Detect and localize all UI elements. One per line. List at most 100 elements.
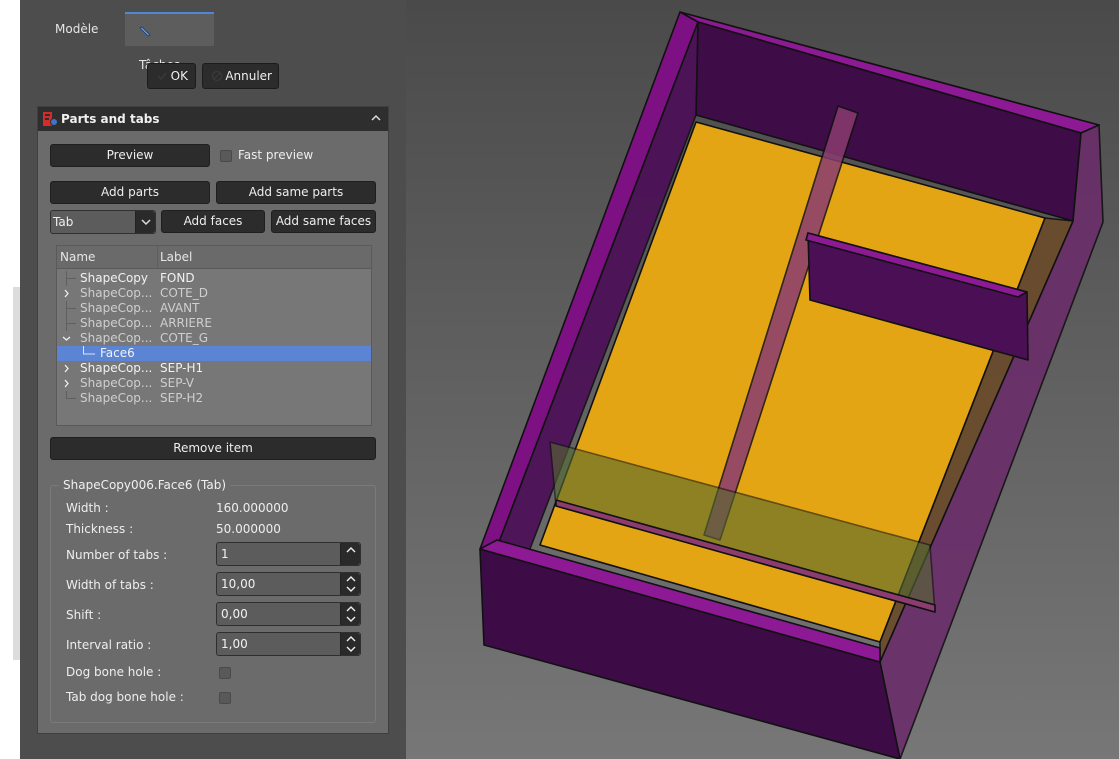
tree-row[interactable]: ShapeCop... ARRIERE xyxy=(57,316,371,331)
tab-properties-box: ShapeCopy006.Face6 (Tab) Width : 160.000… xyxy=(50,477,376,723)
shift-stepper[interactable] xyxy=(340,603,360,625)
collapse-arrow-icon[interactable] xyxy=(62,334,71,343)
tab-dog-bone-hole-checkbox[interactable] xyxy=(219,692,231,704)
number-of-tabs-spinbox[interactable]: 1 xyxy=(216,542,361,566)
width-of-tabs-spinbox[interactable]: 10,00 xyxy=(216,572,361,596)
fast-preview-label: Fast preview xyxy=(238,148,314,162)
tree-row-name: ShapeCop... xyxy=(80,376,153,390)
expand-arrow-icon[interactable] xyxy=(62,379,71,388)
add-same-parts-button-label: Add same parts xyxy=(248,185,344,199)
tree-row[interactable]: ShapeCop... AVANT xyxy=(57,301,371,316)
ok-button-label: OK xyxy=(170,69,188,83)
tree-branch-line xyxy=(66,316,76,331)
tree-branch-line xyxy=(66,301,76,316)
tree-header: Name Label xyxy=(57,246,371,269)
tab-properties-title: ShapeCopy006.Face6 (Tab) xyxy=(59,477,230,493)
thickness-label: Thickness : xyxy=(66,522,134,536)
tree-row[interactable]: ShapeCop... SEP-H2 xyxy=(57,391,371,406)
add-same-faces-button-label: Add same faces xyxy=(275,214,372,228)
width-of-tabs-label: Width of tabs : xyxy=(66,578,154,592)
cancel-button[interactable]: Annuler xyxy=(202,63,279,89)
type-select[interactable]: Tab xyxy=(50,210,156,234)
tab-model[interactable]: Modèle xyxy=(41,12,112,46)
expand-arrow-icon[interactable] xyxy=(62,364,71,373)
type-select-arrow[interactable] xyxy=(135,211,155,233)
tree-row-name: ShapeCop... xyxy=(80,361,153,375)
add-same-faces-button[interactable]: Add same faces xyxy=(271,210,376,233)
tree-row-label: SEP-V xyxy=(160,376,195,390)
tree-row-name: ShapeCop... xyxy=(80,391,153,405)
add-parts-button[interactable]: Add parts xyxy=(50,181,210,204)
remove-item-button[interactable]: Remove item xyxy=(50,437,376,460)
tree-row-name: ShapeCop... xyxy=(80,286,153,300)
tree-row-label: COTE_G xyxy=(160,331,209,345)
width-of-tabs-stepper[interactable] xyxy=(340,573,360,595)
tree-row[interactable]: ShapeCop... COTE_D xyxy=(57,286,371,301)
shift-spinbox[interactable]: 0,00 xyxy=(216,602,361,626)
tree-row[interactable]: ShapeCop... SEP-H1 xyxy=(57,361,371,376)
cancel-icon xyxy=(211,70,223,82)
combo-tabs: Modèle Tâches xyxy=(20,12,406,72)
ok-button[interactable]: OK xyxy=(147,63,196,89)
preview-button-label: Preview xyxy=(106,148,154,162)
tree-row-label: ARRIERE xyxy=(160,316,212,330)
add-faces-button-label: Add faces xyxy=(183,214,243,228)
fast-preview-checkbox[interactable] xyxy=(220,150,232,162)
pen-icon xyxy=(139,26,151,36)
type-select-value: Tab xyxy=(53,215,74,229)
number-of-tabs-value: 1 xyxy=(221,547,229,561)
interval-ratio-spinbox[interactable]: 1,00 xyxy=(216,632,361,656)
add-faces-button[interactable]: Add faces xyxy=(161,210,265,233)
spin-up-icon xyxy=(346,547,356,553)
shift-value: 0,00 xyxy=(221,607,248,621)
tree-row-name: ShapeCopy xyxy=(80,271,149,285)
spin-arrows-icon xyxy=(346,606,356,622)
add-parts-button-label: Add parts xyxy=(101,185,159,199)
tree-row-name: ShapeCop... xyxy=(80,331,153,345)
tree-header-name[interactable]: Name xyxy=(60,246,95,269)
expand-arrow-icon[interactable] xyxy=(62,289,71,298)
tree-row-selected[interactable]: Face6 xyxy=(57,346,371,361)
window-left-edge xyxy=(0,0,20,759)
width-label: Width : xyxy=(66,501,109,515)
group-header[interactable]: Parts and tabs xyxy=(38,107,388,131)
tree-row-name: ShapeCop... xyxy=(80,316,153,330)
box-model-render[interactable] xyxy=(406,0,1119,759)
chevron-down-icon xyxy=(141,219,151,226)
tree-header-label[interactable]: Label xyxy=(157,246,192,269)
interval-ratio-stepper[interactable] xyxy=(340,633,360,655)
width-value: 160.000000 xyxy=(216,501,289,515)
tab-dog-bone-hole-label: Tab dog bone hole : xyxy=(66,690,184,704)
tree-row-name: ShapeCop... xyxy=(80,301,153,315)
preview-button[interactable]: Preview xyxy=(50,144,210,167)
check-icon xyxy=(157,72,167,81)
3d-viewport[interactable] xyxy=(406,0,1119,759)
tree-row[interactable]: ShapeCop... COTE_G xyxy=(57,331,371,346)
window-left-edge-notch xyxy=(13,287,20,660)
tree-row-name: Face6 xyxy=(100,346,135,360)
tree-row[interactable]: ShapeCop... SEP-V xyxy=(57,376,371,391)
tree-branch-line xyxy=(66,391,76,399)
tree-row-label: COTE_D xyxy=(160,286,208,300)
tree-row[interactable]: ShapeCopy FOND xyxy=(57,271,371,286)
tree-row-label: SEP-H2 xyxy=(160,391,204,405)
combo-view-panel: Modèle Tâches OK Annuler Parts and tabs … xyxy=(20,0,406,759)
chevron-up-icon[interactable] xyxy=(370,112,382,124)
tree-branch-line xyxy=(66,271,76,286)
parts-tree[interactable]: Name Label ShapeCopy FOND ShapeCop... CO… xyxy=(56,245,372,426)
tab-model-label: Modèle xyxy=(55,22,99,36)
interval-ratio-value: 1,00 xyxy=(221,637,248,651)
number-of-tabs-label: Number of tabs : xyxy=(66,548,168,562)
number-of-tabs-stepper[interactable] xyxy=(340,543,360,565)
group-title: Parts and tabs xyxy=(61,112,160,126)
dog-bone-hole-checkbox[interactable] xyxy=(219,667,231,679)
thickness-value: 50.000000 xyxy=(216,522,281,536)
cancel-button-label: Annuler xyxy=(225,69,272,83)
tree-row-label: FOND xyxy=(160,271,195,285)
parts-and-tabs-group: Parts and tabs Preview Fast preview Add … xyxy=(37,106,389,734)
add-same-parts-button[interactable]: Add same parts xyxy=(216,181,376,204)
shift-label: Shift : xyxy=(66,608,102,622)
interval-ratio-label: Interval ratio : xyxy=(66,638,152,652)
tree-branch-line xyxy=(83,346,95,355)
tab-tasks[interactable]: Tâches xyxy=(125,12,214,72)
